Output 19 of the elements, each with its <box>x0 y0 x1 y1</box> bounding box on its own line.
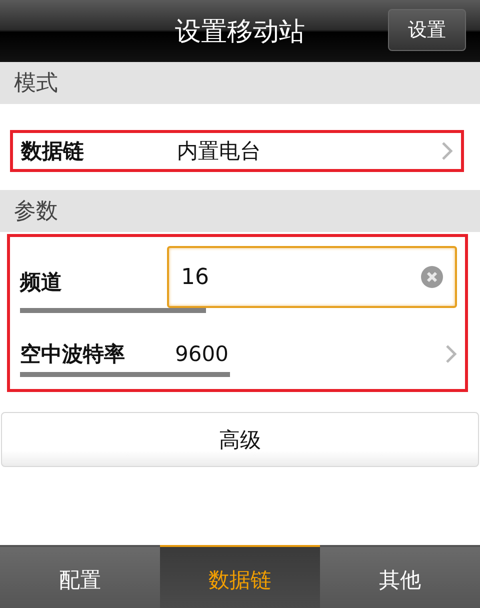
row-label: 空中波特率 <box>20 341 126 368</box>
tab[interactable]: 配置 <box>0 545 160 608</box>
row-value: 内置电台 <box>177 138 262 165</box>
list-item[interactable]: 空中波特率 9600 <box>10 327 465 389</box>
clear-icon[interactable] <box>421 266 443 288</box>
row-value: 9600 <box>175 342 230 366</box>
tab[interactable]: 其他 <box>320 545 480 608</box>
tab[interactable]: 数据链 <box>160 545 320 608</box>
chevron-right-icon <box>441 141 453 161</box>
section-header: 参数 <box>0 190 480 232</box>
screen-title: 设置移动站 <box>175 16 305 48</box>
field-label: 频道 <box>20 269 63 296</box>
row-label: 数据链 <box>21 138 85 165</box>
section-header: 模式 <box>0 62 480 104</box>
list-item[interactable]: 数据链 内置电台 <box>13 133 461 169</box>
chevron-right-icon <box>445 344 457 364</box>
settings-button[interactable]: 设置 <box>388 9 466 51</box>
advanced-button[interactable]: 高级 <box>1 412 479 467</box>
input-field[interactable]: 16 <box>167 246 457 308</box>
